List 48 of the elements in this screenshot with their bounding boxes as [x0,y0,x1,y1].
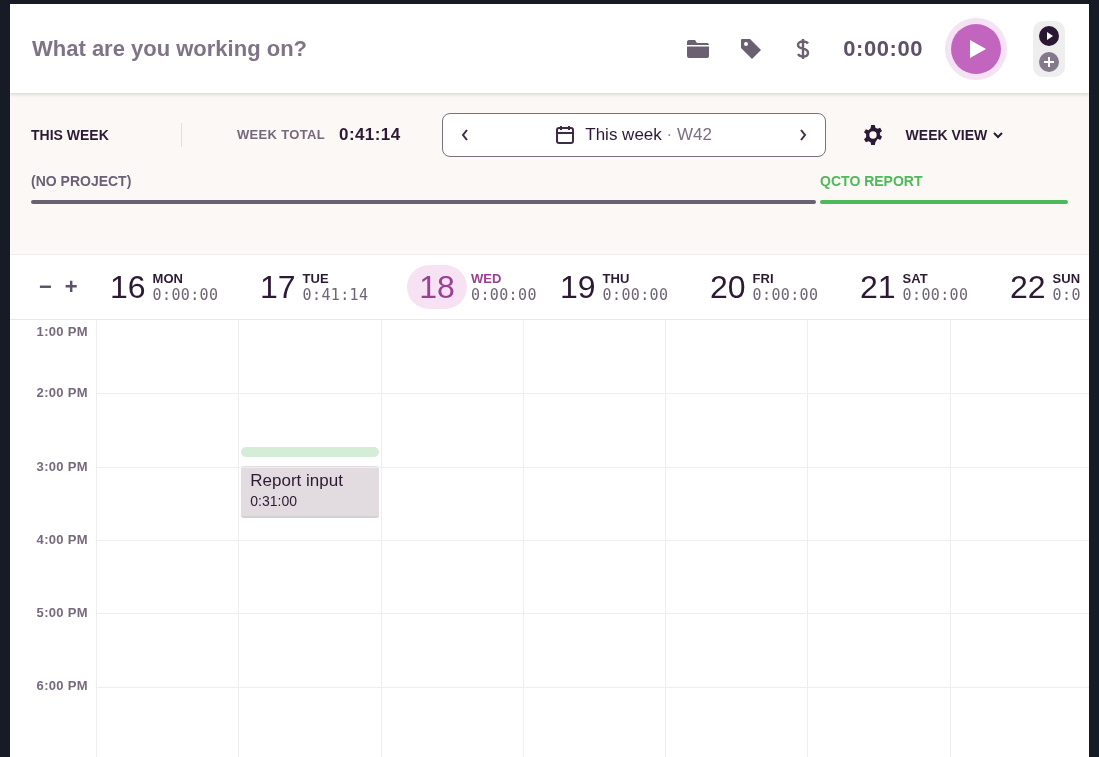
plus-mode-icon[interactable] [1039,51,1059,72]
weekday-label: WED [471,271,503,287]
period-label: THIS WEEK [31,125,110,145]
week-total-label: WEEK TOTAL [237,126,325,145]
play-mode-icon[interactable] [1039,25,1059,46]
day-total: 0:00:00 [752,287,819,303]
week-range[interactable]: This week · W42 [585,122,712,148]
weekday-label: THU [602,271,631,287]
zoom-out-button[interactable]: − [39,276,52,298]
day-number: 17 [259,268,297,307]
calendar-icon [555,125,576,145]
day-number: 22 [1009,268,1047,307]
folder-icon[interactable] [686,38,711,59]
next-icon[interactable] [798,129,807,141]
day-number: 16 [109,268,147,307]
day-number: 20 [709,268,747,307]
weekday-label: FRI [752,271,775,287]
day-number: 19 [559,268,597,307]
week-total: 0:41:14 [339,124,401,147]
entry-duration: 0:31:00 [250,492,298,510]
zoom-in-button[interactable]: + [64,276,78,298]
day-total: 0:00:00 [902,287,969,303]
description-field[interactable]: What are you working on? [32,32,677,65]
day-number: 21 [859,268,897,307]
weekday-label: MON [152,271,184,287]
project-label: (NO PROJECT) [31,172,133,191]
day-total: 0:0 [1052,287,1081,303]
day-total: 0:00:00 [152,287,219,303]
day-total: 0:41:14 [302,287,369,303]
time-entry[interactable]: Report input 0:31:00 [241,466,379,518]
day-header[interactable]: 18 WED 0:00:00 [397,263,547,311]
timer-display: 0:00:00 [843,35,923,63]
day-number: 18 [407,265,467,309]
previous-icon[interactable] [460,129,469,141]
play-icon [968,38,987,59]
tag-icon[interactable] [740,37,763,60]
weekday-label: TUE [302,271,330,287]
dollar-icon[interactable] [796,37,811,60]
day-total: 0:00:00 [471,287,537,303]
day-total: 0:00:00 [602,287,669,303]
chevron-down-icon [993,131,1004,139]
weekday-label: SAT [902,271,929,287]
project-label: QCTO REPORT [820,172,924,191]
entry-title: Report input [250,470,344,492]
settings-icon[interactable] [861,124,884,146]
weekday-label: SUN [1052,271,1081,287]
time-label: 1:00 PM [36,323,88,341]
view-dropdown[interactable]: WEEK VIEW [905,124,1004,146]
